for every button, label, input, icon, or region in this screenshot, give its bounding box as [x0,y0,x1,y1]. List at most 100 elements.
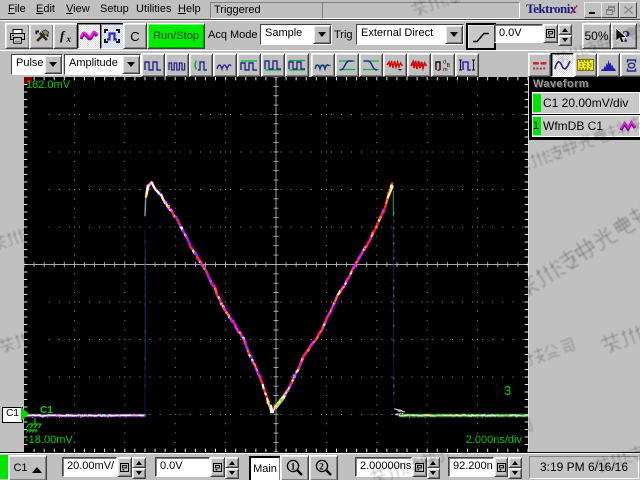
waveform-row-wfmdb[interactable]: 1 WfmDB C1 [532,115,640,137]
measure-category-combo[interactable]: Pulse [11,54,63,75]
trigger-slope-button[interactable] [466,23,496,50]
waveform-panel: Waveform C1 20.00mV/div 1 WfmDB C1 [528,77,640,452]
spin-down-button[interactable] [132,468,146,479]
meas-low-icon [264,60,281,71]
run-stop-label: Run/Stop [153,30,199,42]
spin-down-icon [229,471,235,478]
horizontal-position-input[interactable]: 92.200n [448,457,494,477]
tools-icon [35,29,50,42]
spin-down-button[interactable] [225,468,239,479]
meas-cycle-button[interactable] [189,53,213,77]
spin-up-button[interactable] [508,457,522,468]
menu-setup[interactable]: Setup [100,2,129,17]
menu-bar: File Edit View Setup Utilities Help Trig… [0,0,640,20]
vertical-offset-group: 0.0V [155,457,239,479]
meas-gain-button[interactable]: d B m [431,53,455,77]
measure-category-dropdown-arrow[interactable] [44,55,62,74]
meas-mean-button[interactable] [213,53,237,77]
measure-type-combo[interactable]: Amplitude [64,54,141,75]
spin-up-button[interactable] [426,457,440,468]
chevron-down-icon [450,31,458,41]
trig-source-dropdown-arrow[interactable] [445,25,463,44]
waveform-database-button[interactable] [77,23,101,49]
context-help-button[interactable]: ? [611,23,637,49]
measure-category-value: Pulse [12,55,44,74]
menu-utilities[interactable]: Utilities [136,2,171,17]
vertical-scale-input[interactable]: 20.00mV/ [62,457,117,477]
tektronix-logo: Tektronix [520,1,582,17]
eye-mask-icon [626,58,636,72]
minimize-button[interactable] [584,2,602,18]
meas-falltime-button[interactable] [359,53,383,77]
trigger-level-input[interactable]: 0.0V [494,24,543,43]
channel-select-button[interactable]: C1 [8,455,47,480]
menu-edit[interactable]: Edit [36,2,55,17]
horizontal-scale-keypad-button[interactable] [412,457,427,477]
meas-risetime-button[interactable] [335,53,359,77]
display-histogram-button[interactable] [597,53,620,77]
magnifier-1-icon: 1 [286,459,303,476]
display-vector-button[interactable] [551,53,574,77]
top-scale-label: 182.0mV [26,79,71,91]
meas-gated-icon [459,59,475,71]
timebase-main-button[interactable]: Main [249,456,281,480]
display-dots-button[interactable] [528,53,551,77]
run-stop-button[interactable]: Run/Stop [147,23,205,49]
spin-down-icon [136,471,142,478]
acq-mode-dropdown-arrow[interactable] [313,25,331,44]
menu-help[interactable]: Help [178,2,201,17]
vertical-offset-input[interactable]: 0.0V [155,457,210,477]
menu-view[interactable]: View [66,2,90,17]
trigger-level-keypad-button[interactable] [543,24,558,43]
zoom1-button[interactable]: 1 [280,455,309,480]
acq-mode-combo[interactable]: Sample [260,24,332,45]
display-eye-mask-button[interactable] [620,53,640,77]
meas-amplitude-button[interactable] [141,53,165,77]
trig-source-combo[interactable]: External Direct [356,24,464,45]
meas-high-button[interactable] [237,53,261,77]
svg-text:m: m [443,67,448,72]
clear-button[interactable]: C [123,23,147,49]
setup-tools-button[interactable] [29,23,54,49]
spin-up-button[interactable] [225,457,239,468]
restore-button[interactable] [601,2,619,18]
meas-gated-button[interactable] [455,53,479,77]
spin-down-button[interactable] [426,468,440,479]
spin-down-button[interactable] [558,35,572,46]
define-math-button[interactable]: f x [53,23,78,49]
channel-marker[interactable]: C1 [2,407,23,423]
spin-down-button[interactable] [508,468,522,479]
measure-type-dropdown-arrow[interactable] [122,55,140,74]
set-50-percent-button[interactable]: 50% [582,23,611,49]
chevron-up-icon [31,462,42,473]
graticule-display[interactable]: 182.0mV -18.00mV 2.000ns/div 3 C1 [21,76,531,453]
horizontal-scale-input[interactable]: 2.00000ns [355,457,413,477]
close-button[interactable] [619,2,637,18]
keypad-icon [415,462,425,472]
meas-pos-overshoot-button[interactable] [383,53,407,77]
spin-up-button[interactable] [558,24,572,35]
meas-pkpk-button[interactable] [285,53,309,77]
horizontal-position-keypad-button[interactable] [493,457,509,477]
waveform-row-channel[interactable]: C1 20.00mV/div [532,92,640,114]
status-bar: C1 20.00mV/ 0.0V Main 1 2 2.00000ns 92.2… [0,452,640,480]
meas-low-button[interactable] [261,53,285,77]
display-readout-button[interactable]: 1 2 3 [574,53,597,77]
vertical-scale-keypad-button[interactable] [117,457,132,477]
meas-mid-button[interactable] [311,53,335,77]
waveform-panel-title: Waveform [533,78,589,90]
meas-cycle-icon [194,60,207,71]
trigger-status-indicator: Triggered [210,2,326,19]
measure-type-value: Amplitude [65,55,122,74]
zoom2-button[interactable]: 2 [309,455,338,480]
meas-frequency-button[interactable] [165,53,189,77]
meas-mean-icon [216,64,232,72]
left-gutter: C1 [0,77,29,452]
vertical-offset-keypad-button[interactable] [210,457,225,477]
meas-neg-overshoot-button[interactable] [407,53,431,77]
print-button[interactable] [5,23,30,49]
spin-up-button[interactable] [132,457,146,468]
channel-marker-arrow-icon [21,407,36,421]
select-waveform-button[interactable] [100,23,124,49]
menu-file[interactable]: File [8,2,26,17]
